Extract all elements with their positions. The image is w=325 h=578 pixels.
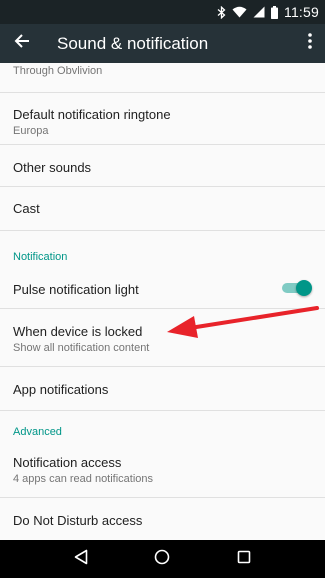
list-item-primary: Other sounds [13, 160, 92, 175]
app-bar: Sound & notification [0, 24, 325, 63]
back-button[interactable] [0, 24, 44, 63]
arrow-back-icon [14, 33, 30, 54]
battery-icon [271, 5, 278, 19]
status-bar: 11:59 [0, 0, 325, 24]
nav-recents-button[interactable] [229, 544, 259, 574]
list-item-primary: App notifications [13, 382, 109, 397]
list-item-do-not-disturb-access[interactable]: Do Not Disturb access [0, 498, 325, 540]
status-time: 11:59 [284, 4, 319, 20]
toggle-thumb [296, 280, 312, 296]
list-item-notification-access[interactable]: Notification access 4 apps can read noti… [0, 440, 325, 498]
list-item-secondary: Show all notification content [13, 342, 150, 354]
wifi-icon [232, 6, 247, 18]
list-item-secondary: 4 apps can read notifications [13, 473, 154, 485]
back-triangle-icon [74, 549, 88, 570]
more-options-button[interactable] [295, 24, 325, 63]
list-item-secondary: Europa [13, 125, 49, 137]
settings-list[interactable]: Through Obvlivion Default notification r… [0, 63, 325, 540]
section-header-notification: Notification [13, 251, 68, 263]
list-item-primary: Notification access [13, 455, 122, 470]
list-item-primary: Do Not Disturb access [13, 513, 143, 528]
list-item-default-notification-ringtone[interactable]: Default notification ringtone Europa [0, 93, 325, 145]
page-title: Sound & notification [57, 33, 209, 53]
list-item-primary: Default notification ringtone [13, 107, 171, 122]
recents-square-icon [237, 550, 251, 569]
pulse-light-toggle[interactable] [282, 280, 312, 296]
list-item-primary: When device is locked [13, 324, 143, 339]
list-item-partial[interactable]: Through Obvlivion [0, 63, 325, 93]
cellular-signal-icon [253, 6, 265, 18]
home-circle-icon [154, 549, 170, 570]
list-item-when-device-is-locked[interactable]: When device is locked Show all notificat… [0, 309, 325, 367]
list-item-other-sounds[interactable]: Other sounds [0, 145, 325, 187]
section-header-advanced: Advanced [13, 426, 62, 438]
list-item-primary: Cast [13, 201, 40, 216]
nav-back-button[interactable] [66, 544, 96, 574]
bluetooth-icon [217, 5, 226, 19]
list-item-cast[interactable]: Cast [0, 187, 325, 231]
list-item-primary: Pulse notification light [13, 282, 139, 297]
list-item-secondary: Through Obvlivion [13, 65, 103, 77]
more-vert-icon [308, 33, 312, 54]
list-item-pulse-notification-light[interactable]: Pulse notification light [0, 265, 325, 309]
navigation-bar [0, 540, 325, 578]
list-item-app-notifications[interactable]: App notifications [0, 367, 325, 411]
nav-home-button[interactable] [147, 544, 177, 574]
